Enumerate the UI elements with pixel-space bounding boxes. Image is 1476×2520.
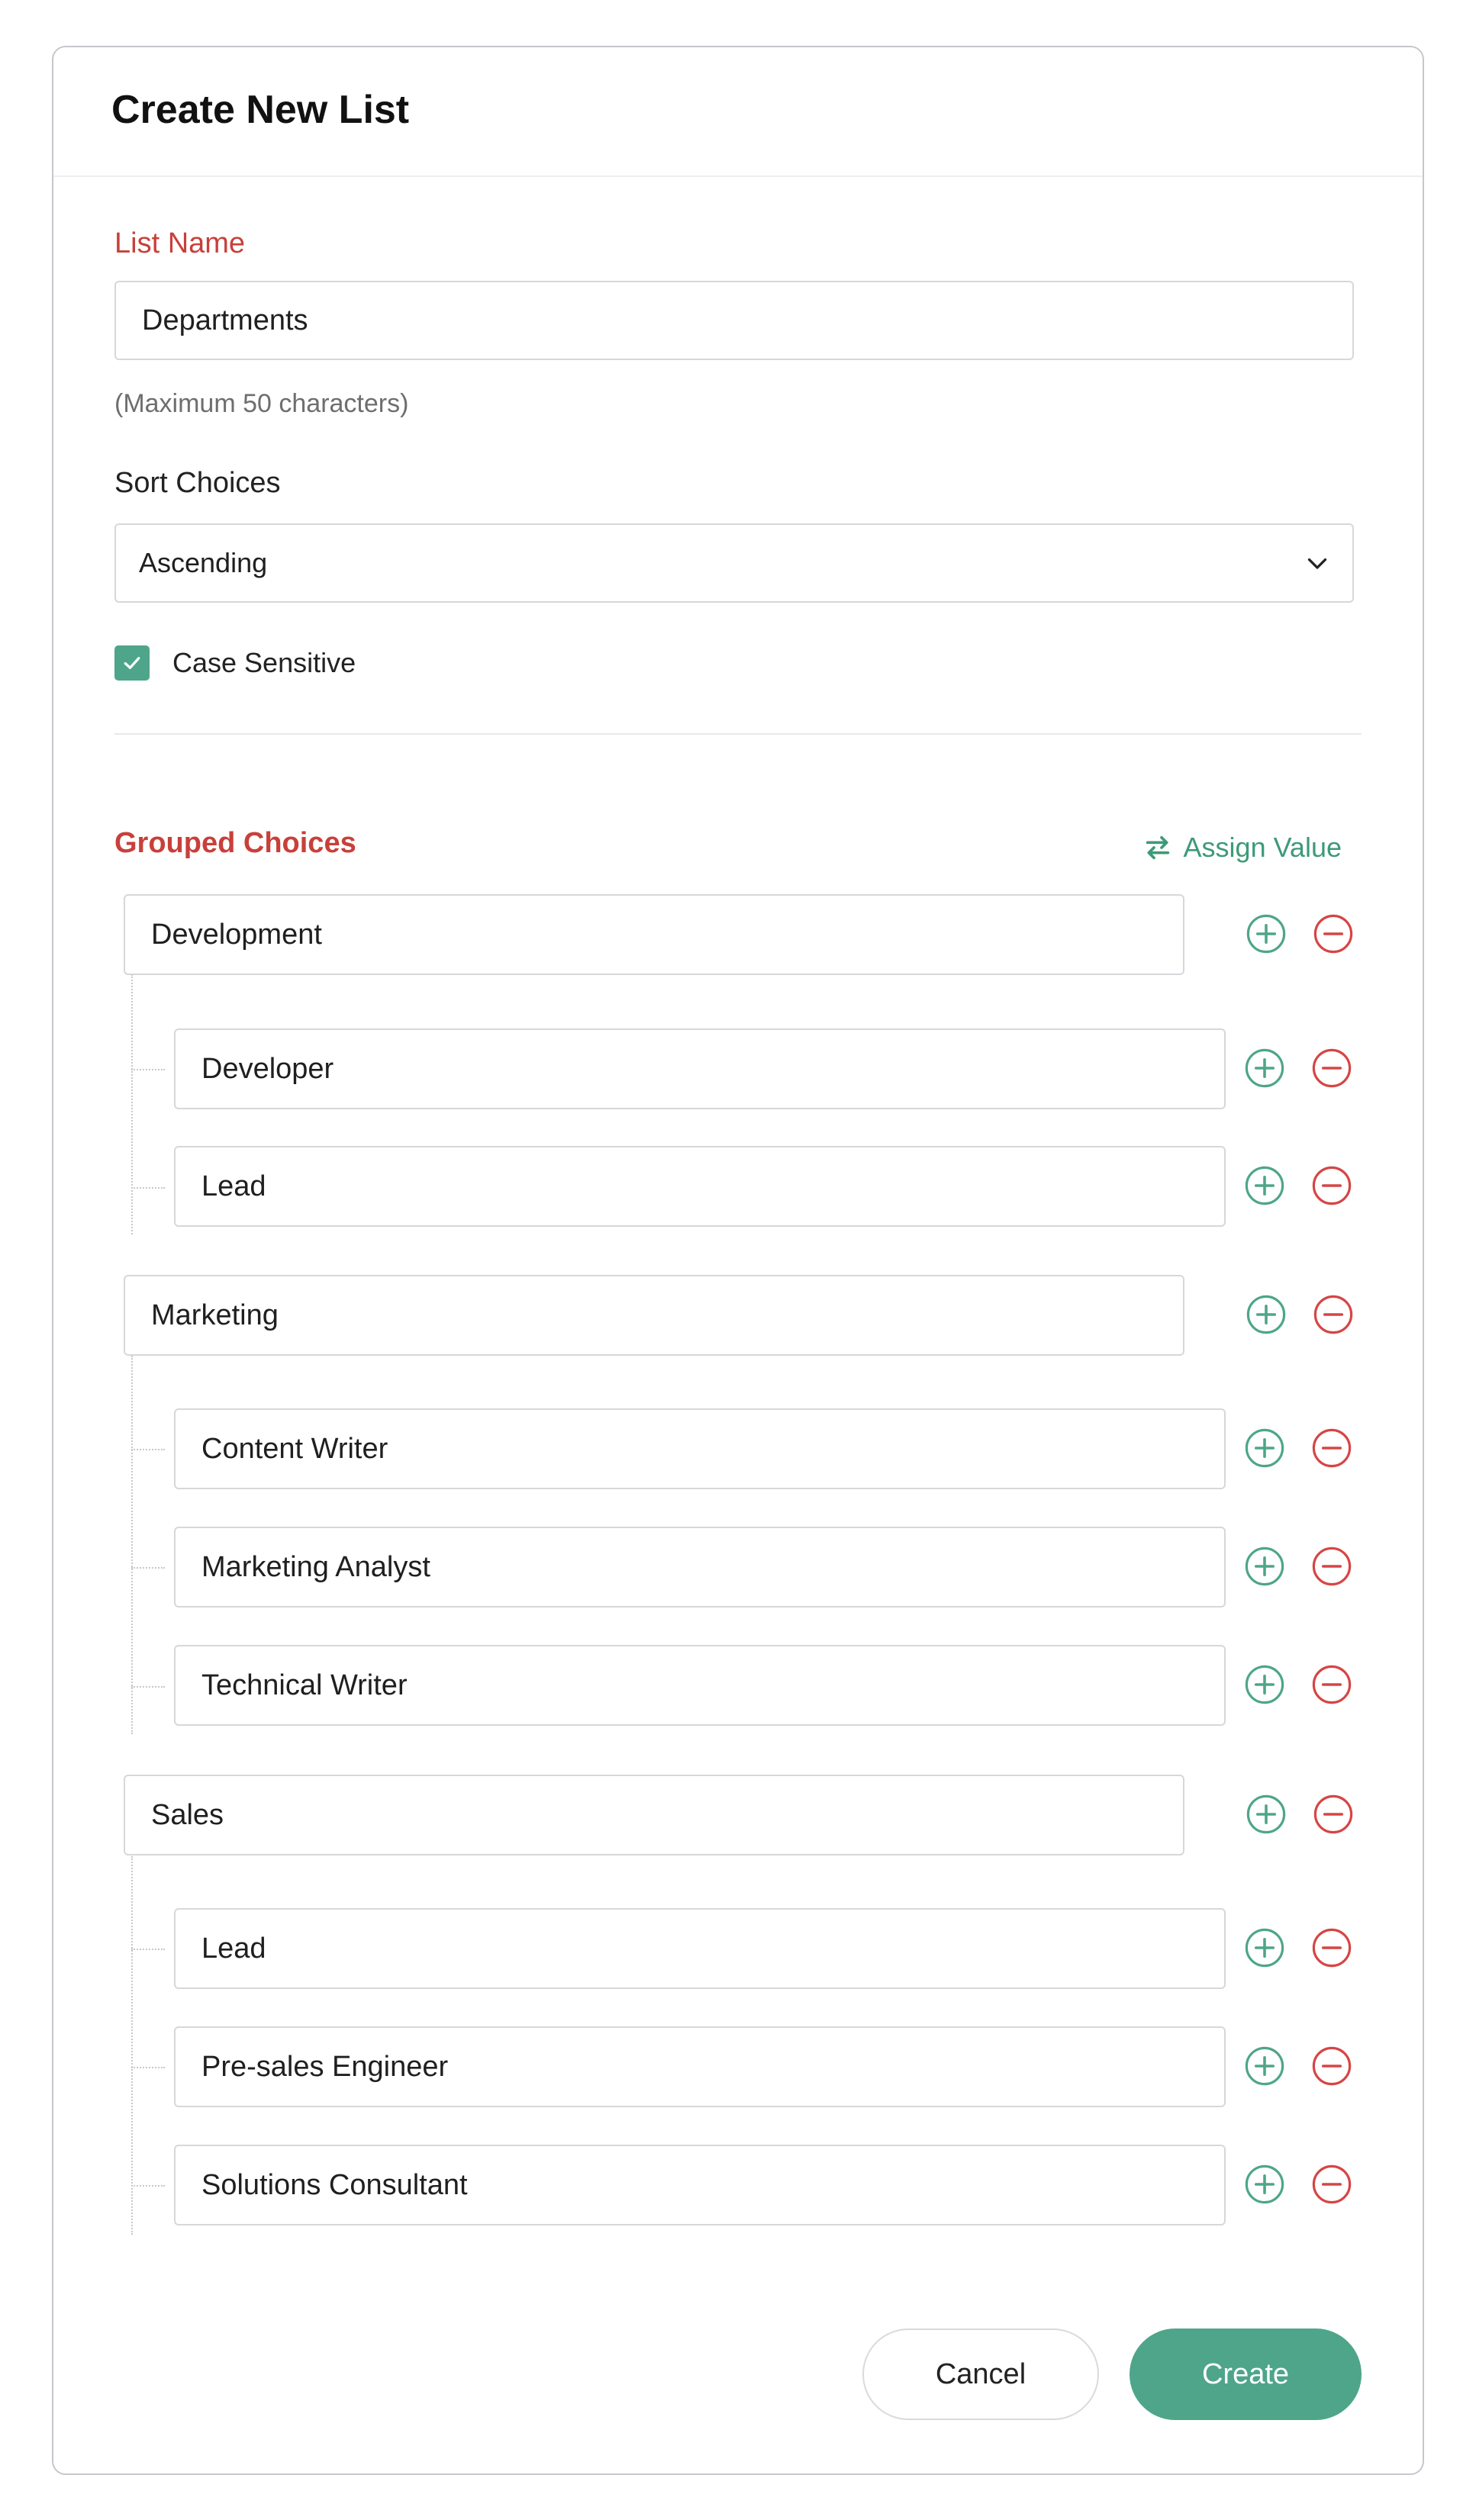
minus-circle-icon[interactable] (1311, 1664, 1352, 1705)
swap-arrows-icon (1146, 835, 1169, 860)
assign-value-button[interactable]: Assign Value (1142, 832, 1342, 864)
choice-input[interactable] (201, 1432, 1224, 1466)
choice-field[interactable] (174, 2145, 1226, 2226)
choice-input[interactable] (201, 2168, 1224, 2202)
group-input[interactable] (151, 1299, 1183, 1332)
choice-input[interactable] (201, 1052, 1224, 1086)
plus-circle-icon[interactable] (1246, 1794, 1287, 1835)
create-list-dialog: Create New List List Name (Maximum 50 ch… (52, 46, 1424, 2475)
tree-connector (131, 1567, 165, 1569)
plus-circle-icon[interactable] (1246, 913, 1287, 954)
check-icon (124, 657, 140, 669)
tree-connector (131, 1356, 133, 1734)
create-button[interactable]: Create (1130, 2329, 1362, 2420)
dialog-header: Create New List (53, 47, 1423, 177)
choice-input[interactable] (201, 1550, 1224, 1584)
tree-connector (131, 1686, 165, 1688)
plus-circle-icon[interactable] (1244, 1165, 1285, 1206)
choice-input[interactable] (201, 1170, 1224, 1203)
choice-field[interactable] (174, 2026, 1226, 2107)
case-sensitive-label: Case Sensitive (172, 647, 356, 678)
tree-connector (131, 2185, 165, 2187)
minus-circle-icon[interactable] (1313, 913, 1354, 954)
group-field[interactable] (124, 1275, 1184, 1356)
plus-circle-icon[interactable] (1244, 1546, 1285, 1587)
group-field[interactable] (124, 894, 1184, 975)
minus-circle-icon[interactable] (1313, 1794, 1354, 1835)
plus-circle-icon[interactable] (1244, 2045, 1285, 2087)
minus-circle-icon[interactable] (1311, 1546, 1352, 1587)
list-name-label: List Name (114, 227, 246, 259)
sort-choices-label: Sort Choices (114, 467, 281, 499)
sort-choices-value: Ascending (139, 547, 268, 578)
group-input[interactable] (151, 918, 1183, 951)
grouped-choices-label: Grouped Choices (114, 827, 356, 859)
plus-circle-icon[interactable] (1244, 2164, 1285, 2205)
choice-input[interactable] (201, 2050, 1224, 2084)
plus-circle-icon[interactable] (1244, 1927, 1285, 1968)
group-field[interactable] (124, 1775, 1184, 1855)
plus-circle-icon[interactable] (1244, 1427, 1285, 1469)
choice-field[interactable] (174, 1645, 1226, 1726)
choice-field[interactable] (174, 1408, 1226, 1489)
case-sensitive-checkbox[interactable] (114, 645, 150, 681)
plus-circle-icon[interactable] (1244, 1664, 1285, 1705)
plus-circle-icon[interactable] (1246, 1294, 1287, 1335)
list-name-input[interactable] (142, 304, 1352, 337)
chevron-down-icon (1307, 558, 1327, 569)
choice-field[interactable] (174, 1908, 1226, 1989)
tree-connector (131, 1187, 165, 1189)
group-input[interactable] (151, 1798, 1183, 1832)
dialog-title: Create New List (111, 88, 410, 132)
minus-circle-icon[interactable] (1311, 1165, 1352, 1206)
minus-circle-icon[interactable] (1311, 1927, 1352, 1968)
minus-circle-icon[interactable] (1311, 2164, 1352, 2205)
choice-field[interactable] (174, 1527, 1226, 1608)
tree-connector (131, 2067, 165, 2068)
list-name-hint: (Maximum 50 characters) (114, 389, 409, 418)
tree-connector (131, 974, 133, 1234)
minus-circle-icon[interactable] (1311, 2045, 1352, 2087)
plus-circle-icon[interactable] (1244, 1048, 1285, 1089)
assign-value-label: Assign Value (1183, 832, 1342, 863)
tree-connector (131, 1449, 165, 1450)
list-name-field[interactable] (114, 281, 1354, 360)
section-divider (114, 733, 1362, 735)
sort-choices-select[interactable]: Ascending (114, 523, 1354, 603)
minus-circle-icon[interactable] (1313, 1294, 1354, 1335)
tree-connector (131, 1856, 133, 2235)
choice-input[interactable] (201, 1669, 1224, 1702)
cancel-button[interactable]: Cancel (862, 2329, 1099, 2420)
minus-circle-icon[interactable] (1311, 1427, 1352, 1469)
tree-connector (131, 1949, 165, 1950)
minus-circle-icon[interactable] (1311, 1048, 1352, 1089)
choice-input[interactable] (201, 1932, 1224, 1965)
choice-field[interactable] (174, 1146, 1226, 1227)
choice-field[interactable] (174, 1028, 1226, 1109)
tree-connector (131, 1069, 165, 1070)
